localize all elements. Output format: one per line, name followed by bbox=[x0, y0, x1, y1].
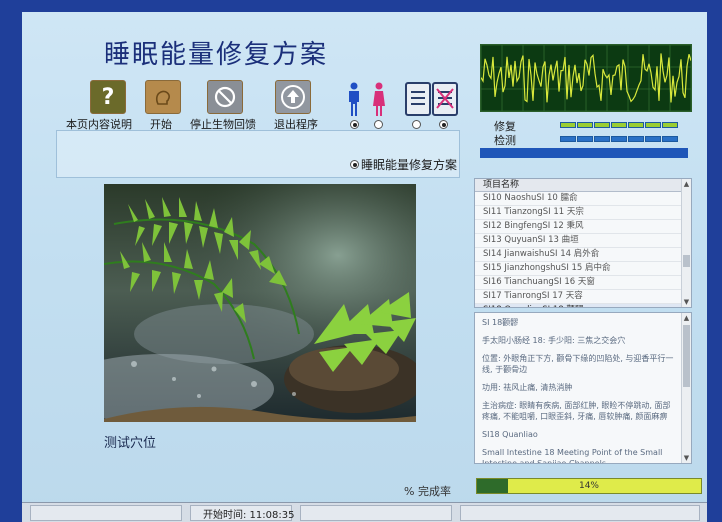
meter-segment bbox=[645, 136, 661, 142]
detect-label: 检测 bbox=[494, 134, 516, 147]
app-window: 睡眠能量修复方案 ? 本页内容说明 开始 停止生物回馈 退出程序 睡眠能量修复方… bbox=[22, 12, 707, 521]
help-button[interactable]: ? bbox=[90, 80, 126, 114]
plan-options-panel: 睡眠能量修复方案 bbox=[56, 130, 460, 178]
biofeedback-waveform bbox=[480, 44, 692, 112]
exit-button[interactable] bbox=[275, 80, 311, 114]
detail-paragraph: 手太阳小肠经 18: 手少阳: 三焦之交会穴 bbox=[482, 336, 626, 345]
list-item[interactable]: ▶SI18 QuanliaoSI 18 颧髎 bbox=[475, 304, 691, 307]
list-scrollbar[interactable]: ▲ ▼ bbox=[681, 179, 691, 307]
meter-segment bbox=[645, 122, 661, 128]
stop-biofeedback-button[interactable] bbox=[207, 80, 243, 114]
up-arrow-icon bbox=[281, 85, 305, 109]
list-item[interactable]: SI14 JianwaishuSI 14 肩外俞 bbox=[475, 248, 691, 262]
list-item[interactable]: SI13 QuyuanSI 13 曲垣 bbox=[475, 234, 691, 248]
list-item-label: SI14 JianwaishuSI 14 肩外俞 bbox=[483, 249, 600, 259]
page-title: 睡眠能量修复方案 bbox=[104, 40, 329, 70]
meter-segment bbox=[560, 122, 576, 128]
meter-segment bbox=[577, 122, 593, 128]
scroll-up-icon[interactable]: ▲ bbox=[682, 179, 691, 189]
acupoint-photo bbox=[104, 184, 416, 422]
detail-paragraph: 位置: 外眼角正下方, 颧骨下缘的凹陷处, 与迎香平行一线, 于颧骨边 bbox=[482, 354, 674, 374]
acupoint-detail: SI 18颧髎手太阳小肠经 18: 手少阳: 三焦之交会穴位置: 外眼角正下方,… bbox=[474, 312, 692, 464]
completion-label: % 完成率 bbox=[404, 485, 451, 498]
row-pointer-icon: ▶ bbox=[475, 304, 480, 307]
meter-segment bbox=[662, 136, 678, 142]
female-radio[interactable] bbox=[374, 120, 383, 129]
meter-segment bbox=[594, 136, 610, 142]
status-bar: 开始时间: 11:08:35 bbox=[22, 502, 707, 522]
list-item-label: SI13 QuyuanSI 13 曲垣 bbox=[483, 235, 579, 245]
scroll-thumb[interactable] bbox=[683, 255, 690, 267]
image-caption: 测试穴位 bbox=[104, 436, 157, 451]
list-item[interactable]: SI15 JianzhongshuSI 15 肩中俞 bbox=[475, 262, 691, 276]
plan-option-label[interactable]: 睡眠能量修复方案 bbox=[361, 156, 457, 173]
list-item-label: SI12 BingfengSI 12 秉风 bbox=[483, 221, 584, 231]
list-view-icon bbox=[411, 91, 425, 105]
detail-paragraph: 主治病症: 眼睛有疾病, 面部红肿, 眼睑不停跳动, 面部疼痛, 不能咀嚼, 口… bbox=[482, 401, 671, 421]
plan-option-radio[interactable] bbox=[350, 160, 359, 169]
waveform-graph bbox=[481, 45, 691, 111]
detail-scrollbar[interactable]: ▲ ▼ bbox=[681, 313, 691, 463]
completion-progress: 14% bbox=[476, 478, 702, 494]
list-cancel-button[interactable] bbox=[432, 82, 458, 116]
meter-segment bbox=[560, 136, 576, 142]
start-button[interactable] bbox=[145, 80, 181, 114]
detail-paragraph: SI 18颧髎 bbox=[482, 318, 519, 327]
meter-segment bbox=[628, 136, 644, 142]
list-item-label: SI17 TianrongSI 17 天容 bbox=[483, 291, 583, 301]
detail-paragraph: 功用: 祛风止痛, 清热消肿 bbox=[482, 383, 573, 392]
start-time: 开始时间: 11:08:35 bbox=[203, 510, 295, 521]
scroll-down-icon[interactable]: ▼ bbox=[682, 453, 691, 463]
male-figure-icon[interactable] bbox=[347, 82, 361, 118]
meter-bar bbox=[480, 148, 688, 158]
meter-segment bbox=[662, 122, 678, 128]
scroll-down-icon[interactable]: ▼ bbox=[682, 297, 691, 307]
list-cancel-radio[interactable] bbox=[439, 120, 448, 129]
fern-water-image bbox=[104, 184, 416, 422]
status-cell bbox=[30, 505, 182, 521]
meter-segment bbox=[611, 122, 627, 128]
list-view-radio[interactable] bbox=[412, 120, 421, 129]
head-icon bbox=[155, 90, 170, 105]
scroll-up-icon[interactable]: ▲ bbox=[682, 313, 691, 323]
list-item[interactable]: SI17 TianrongSI 17 天容 bbox=[475, 290, 691, 304]
progress-value: 14% bbox=[578, 481, 599, 491]
list-item-label: SI10 NaoshuSI 10 臑俞 bbox=[483, 193, 578, 203]
acupoint-list[interactable]: 项目名称 SI10 NaoshuSI 10 臑俞 SI11 TianzongSI … bbox=[474, 178, 692, 308]
list-cancel-icon bbox=[436, 88, 454, 109]
detail-paragraph: SI18 Quanliao bbox=[482, 430, 538, 439]
female-figure-icon[interactable] bbox=[372, 82, 386, 118]
list-item-label: SI11 TianzongSI 11 天宗 bbox=[483, 207, 584, 217]
list-item[interactable]: SI12 BingfengSI 12 秉风 bbox=[475, 220, 691, 234]
meter-segment bbox=[628, 122, 644, 128]
meter-segment bbox=[594, 122, 610, 128]
list-item[interactable]: SI16 TianchuangSI 16 天窗 bbox=[475, 276, 691, 290]
no-entry-icon bbox=[214, 86, 236, 108]
meter-segment bbox=[611, 136, 627, 142]
status-cell bbox=[460, 505, 700, 521]
list-header: 项目名称 bbox=[475, 179, 691, 192]
detail-paragraph: Small Intestine 18 Meeting Point of the … bbox=[482, 448, 663, 464]
male-radio[interactable] bbox=[350, 120, 359, 129]
list-item[interactable]: SI11 TianzongSI 11 天宗 bbox=[475, 206, 691, 220]
question-icon: ? bbox=[101, 84, 115, 110]
list-item-label: SI16 TianchuangSI 16 天窗 bbox=[483, 277, 595, 287]
list-item-label: SI18 QuanliaoSI 18 颧髎 bbox=[483, 305, 583, 307]
list-item-label: SI15 JianzhongshuSI 15 肩中俞 bbox=[483, 263, 611, 273]
status-cell bbox=[300, 505, 452, 521]
list-item[interactable]: SI10 NaoshuSI 10 臑俞 bbox=[475, 192, 691, 206]
meter-segment bbox=[577, 136, 593, 142]
scroll-thumb[interactable] bbox=[683, 325, 690, 387]
list-view-button[interactable] bbox=[405, 82, 431, 116]
